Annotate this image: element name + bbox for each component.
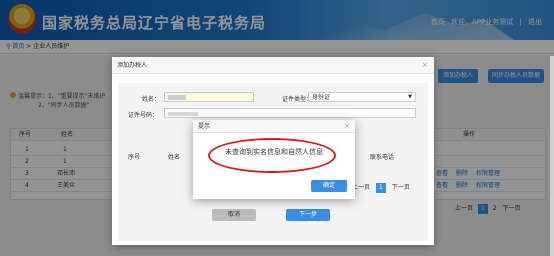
id-type-select[interactable]: 身份证 ▼ [308, 92, 416, 102]
ok-button[interactable]: 确定 [311, 180, 347, 192]
id-type-value: 身份证 [312, 94, 331, 101]
next-step-button[interactable]: 下一步 [286, 209, 330, 221]
id-number-label: 证件号码： [128, 112, 159, 119]
dialog-title: 添加办税人 [112, 57, 434, 74]
chevron-down-icon: ▼ [408, 94, 412, 100]
name-label: 姓名： [142, 96, 161, 103]
dialog-title: 提示 [193, 120, 355, 133]
name-input[interactable] [164, 92, 254, 102]
close-icon[interactable]: × [344, 122, 350, 130]
pager-page-1[interactable]: 1 [375, 183, 386, 193]
highlight-ellipse [208, 138, 336, 173]
dialog-pager: 上一页 1 下一页 [352, 183, 410, 193]
col-header-phone: 联系电话 [370, 154, 395, 161]
cancel-button[interactable]: 取消 [212, 209, 256, 221]
redacted-id [168, 111, 198, 116]
redacted-name [168, 95, 186, 100]
pager-next[interactable]: 下一页 [392, 184, 410, 191]
close-icon[interactable]: × [422, 61, 428, 69]
col-header-no: 序号 [128, 154, 141, 161]
col-header-name: 姓名 [168, 154, 181, 161]
id-number-input[interactable] [164, 108, 416, 118]
page-scrollbar[interactable] [550, 56, 554, 256]
